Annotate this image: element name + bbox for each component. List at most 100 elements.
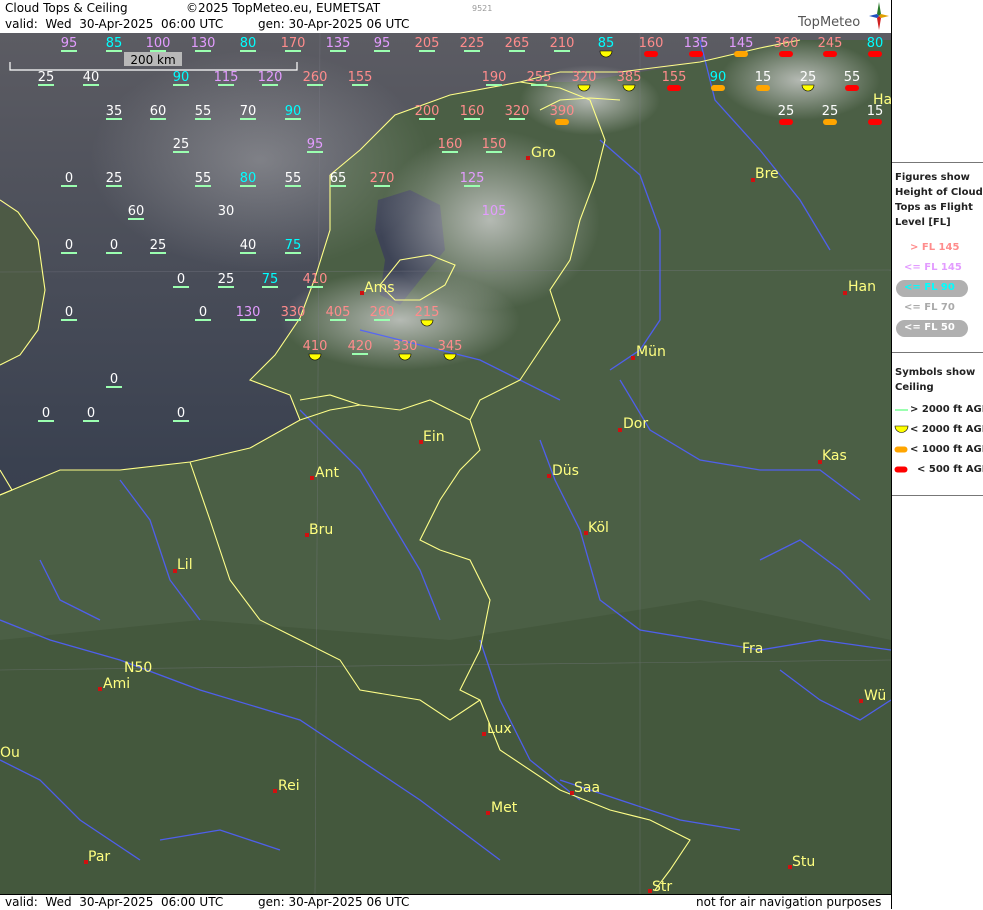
cloud-top-value: 25 <box>822 104 839 119</box>
legend-fl-70: <= FL 70 <box>904 302 955 313</box>
cloud-top-value: 345 <box>438 339 463 354</box>
city-label: Ams <box>364 280 395 296</box>
cloud-top-station: 205 <box>415 36 440 52</box>
ceiling-symbol-ok <box>240 185 256 187</box>
city-label: Bre <box>755 166 779 182</box>
cloud-top-value: 15 <box>867 104 884 119</box>
city-marker: Dor <box>618 416 648 432</box>
city-dot <box>98 687 102 691</box>
city-dot <box>859 699 863 703</box>
city-label: Stu <box>792 854 815 870</box>
city-marker: Ou <box>0 745 20 761</box>
ceiling-title-line: Ceiling <box>895 382 934 393</box>
map-header: Cloud Tops & Ceiling ©2025 TopMeteo.eu, … <box>0 0 891 34</box>
ceiling-symbol-ok <box>374 319 390 321</box>
city-dot <box>843 291 847 295</box>
ceiling-symbol-red <box>689 51 703 57</box>
map-title: Cloud Tops & Ceiling <box>5 1 128 15</box>
cloud-top-value: 320 <box>572 70 597 85</box>
tops-legend-title: Figures show Height of Cloud Tops as Fli… <box>895 170 983 230</box>
ceiling-symbol-ok <box>464 50 480 52</box>
cloud-top-value: 160 <box>460 104 485 119</box>
city-label: Lil <box>177 557 193 573</box>
cloud-top-station: 135 <box>326 36 350 52</box>
ceiling-symbol-ok <box>285 185 301 187</box>
ceiling-symbol-ok <box>240 252 256 254</box>
cloud-top-value: 100 <box>146 36 171 51</box>
cloud-top-value: 420 <box>348 339 373 354</box>
ceiling-symbol-ok <box>352 84 368 86</box>
cloud-top-value: 130 <box>236 305 261 320</box>
cloud-top-value: 190 <box>482 70 507 85</box>
city-marker: Düs <box>547 463 579 479</box>
ceiling-symbol-red <box>845 85 859 91</box>
city-label: Dor <box>623 416 648 432</box>
ceiling-symbol-ok <box>218 286 234 288</box>
cloud-top-station: 90 <box>285 104 302 120</box>
cloud-top-value: 90 <box>173 70 190 85</box>
topmeteo-logo: TopMeteo <box>798 1 890 33</box>
cloud-top-station: 420 <box>348 339 373 355</box>
city-dot <box>310 476 314 480</box>
cloud-top-value: 80 <box>867 36 884 51</box>
city-label: Met <box>491 800 518 816</box>
cloud-top-station: 60 <box>150 104 166 120</box>
city-marker: Bru <box>305 522 333 538</box>
city-marker: Kas <box>818 448 847 464</box>
cloud-top-station: 25 <box>38 70 54 86</box>
cloud-top-station: 125 <box>460 171 485 187</box>
cloud-top-value: 30 <box>218 204 235 219</box>
cloud-top-value: 90 <box>285 104 302 119</box>
cloud-top-value: 170 <box>281 36 306 51</box>
cloud-top-value: 270 <box>370 171 395 186</box>
cloud-top-value: 0 <box>199 305 207 320</box>
ceiling-symbol-ok <box>262 286 278 288</box>
legend-fl-90: <= FL 90 <box>904 282 955 293</box>
cloud-top-value: 120 <box>258 70 283 85</box>
city-label: Kas <box>822 448 847 464</box>
legend-fl-145: <= FL 145 <box>904 262 962 273</box>
cloud-top-value: 390 <box>550 104 575 119</box>
ceiling-symbol-red <box>823 51 837 57</box>
navigation-disclaimer: not for air navigation purposes <box>696 895 882 909</box>
cloud-top-value: 60 <box>128 204 145 219</box>
cloud-top-value: 135 <box>684 36 709 51</box>
cloud-top-value: 410 <box>303 339 328 354</box>
ceiling-symbol-ok <box>374 185 390 187</box>
cloud-top-station: 260 <box>370 305 394 321</box>
ceiling-symbol-ok <box>285 50 301 52</box>
logo-text: TopMeteo <box>798 15 861 30</box>
ceiling-symbol-ok <box>195 50 211 52</box>
cloud-top-value: 205 <box>415 36 440 51</box>
cloud-top-station: 25 <box>778 104 794 125</box>
cloud-top-value: 55 <box>844 70 861 85</box>
cloud-top-value: 200 <box>415 104 440 119</box>
ceiling-symbol-ok <box>330 319 346 321</box>
ceiling-symbol-red-icon <box>894 466 908 473</box>
ceiling-symbol-orange-icon <box>894 446 908 453</box>
legend-ceiling-below-500: < 500 ft AGL <box>917 464 983 475</box>
legend-ceiling-below-2000: < 2000 ft AGL <box>910 424 983 435</box>
ceiling-symbol-ok <box>554 50 570 52</box>
cloud-top-value: 155 <box>348 70 373 85</box>
image-code: 9521 <box>472 4 493 13</box>
ceiling-symbol-ok <box>330 50 346 52</box>
ceiling-symbol-ok <box>240 50 256 52</box>
cloud-top-value: 255 <box>527 70 552 85</box>
city-marker: Wü <box>859 688 886 704</box>
ceiling-title-line: Symbols show <box>895 367 976 378</box>
cloud-top-value: 25 <box>218 272 235 287</box>
legend-panel: Figures show Height of Cloud Tops as Fli… <box>891 0 983 909</box>
cloud-top-value: 125 <box>460 171 485 186</box>
city-marker: Ami <box>98 676 130 692</box>
cloud-top-station: 90 <box>710 70 726 91</box>
ceiling-symbol-ok <box>61 185 77 187</box>
cloud-top-value: 85 <box>598 36 615 51</box>
ceiling-symbol-ok <box>195 319 211 321</box>
ceiling-symbol-ok <box>218 84 234 86</box>
ceiling-symbol-ok <box>307 286 323 288</box>
valid-time: valid: Wed 30-Apr-2025 06:00 UTC <box>5 17 224 31</box>
city-marker: Fra <box>742 641 763 657</box>
cloud-top-station: 200 <box>415 104 440 120</box>
city-label: Saa <box>574 780 600 796</box>
